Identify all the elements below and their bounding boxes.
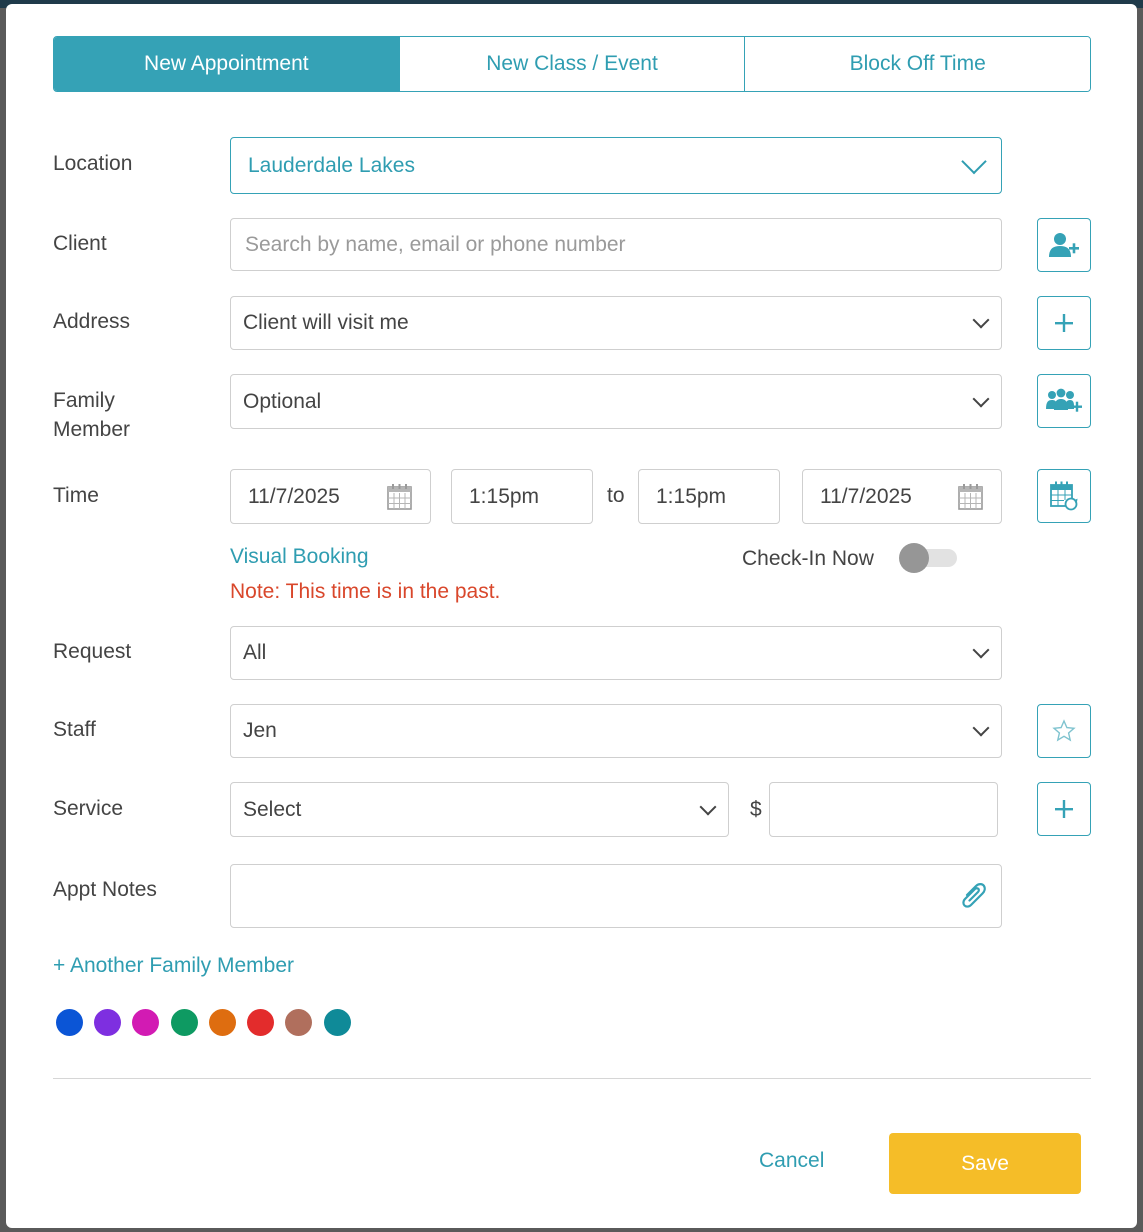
family-member-value: Optional (243, 389, 322, 413)
check-in-now-label: Check-In Now (742, 547, 874, 570)
plus-icon (1055, 314, 1073, 332)
end-date-input[interactable]: 11/7/2025 (802, 469, 1002, 524)
start-date-input[interactable]: 11/7/2025 (230, 469, 431, 524)
chevron-down-icon (972, 390, 990, 407)
add-family-member-button[interactable] (1037, 374, 1091, 428)
location-select[interactable]: Lauderdale Lakes (230, 137, 1002, 194)
address-select[interactable]: Client will visit me (230, 296, 1002, 350)
tab-new-class-event[interactable]: New Class / Event (398, 37, 745, 91)
user-plus-icon (1049, 233, 1079, 257)
family-plus-icon (1046, 388, 1082, 412)
request-label: Request (53, 640, 132, 663)
start-date-value: 11/7/2025 (248, 484, 340, 508)
paperclip-icon[interactable] (959, 881, 987, 913)
visual-booking-link[interactable]: Visual Booking (230, 545, 369, 569)
appointment-type-tabs: New Appointment New Class / Event Block … (53, 36, 1091, 92)
color-swatch-green[interactable] (171, 1009, 198, 1036)
star-icon (1052, 719, 1076, 742)
color-swatch-purple[interactable] (94, 1009, 121, 1036)
chevron-down-icon (972, 719, 990, 737)
cancel-button[interactable]: Cancel (759, 1149, 824, 1173)
appt-notes-input[interactable] (230, 864, 1002, 928)
appt-notes-label: Appt Notes (53, 878, 157, 901)
service-select[interactable]: Select (230, 782, 729, 837)
staff-label: Staff (53, 718, 96, 741)
family-member-label: Family Member (53, 386, 130, 444)
favorite-staff-button[interactable] (1037, 704, 1091, 758)
save-button[interactable]: Save (889, 1133, 1081, 1194)
add-service-button[interactable] (1037, 782, 1091, 836)
check-in-now-toggle[interactable] (899, 543, 957, 573)
time-to-label: to (607, 484, 625, 507)
staff-value: Jen (243, 719, 277, 742)
start-time-value: 1:15pm (469, 484, 540, 508)
end-time-input[interactable]: 1:15pm (638, 469, 780, 524)
tab-new-appointment[interactable]: New Appointment (54, 37, 399, 91)
location-label: Location (53, 152, 133, 175)
service-value: Select (243, 797, 302, 821)
currency-symbol: $ (750, 798, 762, 821)
family-member-label-line2: Member (53, 418, 131, 441)
color-swatch-red[interactable] (247, 1009, 274, 1036)
service-price-input[interactable] (769, 782, 998, 837)
chevron-down-icon (972, 641, 990, 659)
color-swatch-brown[interactable] (285, 1009, 312, 1036)
client-search-placeholder: Search by name, email or phone number (245, 232, 626, 256)
calendar-repeat-icon (1050, 481, 1078, 511)
color-swatch-blue[interactable] (56, 1009, 83, 1036)
plus-icon (1055, 800, 1073, 818)
request-select[interactable]: All (230, 626, 1002, 680)
calendar-icon (958, 483, 983, 510)
client-label: Client (53, 232, 107, 255)
end-date-value: 11/7/2025 (820, 484, 912, 508)
tab-block-off-time[interactable]: Block Off Time (744, 37, 1090, 91)
chevron-down-icon (699, 798, 717, 815)
address-value: Client will visit me (243, 311, 409, 334)
location-value: Lauderdale Lakes (248, 153, 415, 177)
service-label: Service (53, 797, 124, 820)
add-client-button[interactable] (1037, 218, 1091, 272)
family-member-select[interactable]: Optional (230, 374, 1002, 429)
chevron-down-icon (961, 148, 987, 174)
start-time-input[interactable]: 1:15pm (451, 469, 593, 524)
add-address-button[interactable] (1037, 296, 1091, 350)
calendar-icon (387, 483, 412, 510)
time-label: Time (53, 484, 99, 507)
color-swatch-magenta[interactable] (132, 1009, 159, 1036)
address-label: Address (53, 310, 131, 333)
client-search-input[interactable]: Search by name, email or phone number (230, 218, 1002, 271)
chevron-down-icon (972, 311, 990, 329)
past-time-note: Note: This time is in the past. (230, 580, 501, 603)
toggle-knob (899, 543, 929, 573)
staff-select[interactable]: Jen (230, 704, 1002, 758)
recurring-appointment-button[interactable] (1037, 469, 1091, 523)
request-value: All (243, 641, 267, 664)
new-appointment-modal: New Appointment New Class / Event Block … (6, 4, 1137, 1228)
add-another-family-member-link[interactable]: + Another Family Member (53, 954, 294, 978)
family-member-label-line1: Family (53, 389, 115, 412)
footer-divider (53, 1078, 1091, 1079)
color-swatch-teal[interactable] (324, 1009, 351, 1036)
end-time-value: 1:15pm (656, 484, 727, 508)
color-swatch-orange[interactable] (209, 1009, 236, 1036)
